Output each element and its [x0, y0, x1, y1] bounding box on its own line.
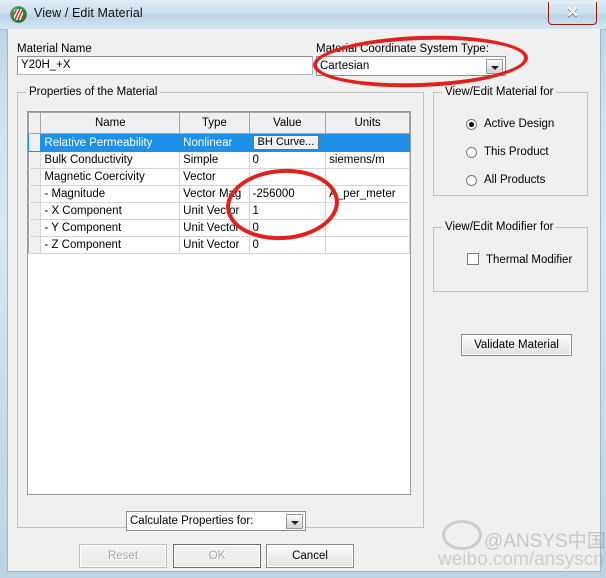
ansys-icon: [10, 6, 27, 23]
table-row[interactable]: Magnetic Coercivity Vector: [28, 168, 410, 186]
properties-table: Name Type Value Units Relative Permeabil…: [28, 112, 410, 254]
table-row[interactable]: - Magnitude Vector Mag -256000 A_per_meter: [28, 185, 410, 203]
row-selector-cell[interactable]: [28, 133, 42, 152]
cell-name: - Y Component: [40, 219, 181, 237]
radio-label-this-product: This Product: [484, 146, 549, 158]
coord-system-dropdown[interactable]: Cartesian: [316, 56, 506, 76]
radio-this-product[interactable]: [466, 147, 477, 158]
cell-value[interactable]: [248, 168, 327, 186]
cell-name: Relative Permeability: [40, 133, 181, 152]
cell-value[interactable]: BH Curve...: [248, 133, 327, 152]
ok-button[interactable]: OK: [173, 544, 261, 568]
dialog-client-area: Material Name Y20H_+X Material Coordinat…: [7, 29, 601, 572]
cell-units: [325, 168, 410, 186]
title-bar: View / Edit Material ✕: [0, 0, 606, 30]
table-header-row: Name Type Value Units: [28, 112, 410, 134]
chevron-down-icon-2[interactable]: [286, 514, 303, 529]
cell-type: Vector Mag: [179, 185, 250, 203]
window-title: View / Edit Material: [34, 6, 143, 20]
row-selector-cell[interactable]: [28, 236, 42, 254]
table-row[interactable]: Relative Permeability Nonlinear BH Curve..…: [28, 133, 410, 152]
bh-curve-button[interactable]: BH Curve...: [252, 135, 320, 150]
radio-all-products[interactable]: [466, 175, 477, 186]
material-name-input[interactable]: Y20H_+X: [17, 56, 313, 75]
cell-units: A_per_meter: [325, 185, 410, 203]
cell-value[interactable]: 1: [248, 202, 327, 220]
cell-units: [325, 202, 410, 220]
cell-type: Nonlinear: [179, 133, 250, 152]
row-selector-cell[interactable]: [28, 202, 42, 220]
view-edit-material-window: View / Edit Material ✕ Material Name Y20…: [0, 0, 606, 578]
table-row[interactable]: Bulk Conductivity Simple 0 siemens/m: [28, 151, 410, 169]
cell-units: [325, 133, 410, 152]
close-icon: ✕: [566, 4, 579, 21]
view-edit-modifier-for-group: View/Edit Modifier for Thermal Modifier: [433, 221, 588, 292]
row-selector-cell[interactable]: [28, 185, 42, 203]
thermal-modifier-checkbox[interactable]: [467, 253, 479, 265]
cell-name: - X Component: [40, 202, 181, 220]
radio-label-all-products: All Products: [484, 174, 546, 186]
row-selector-cell[interactable]: [28, 219, 42, 237]
weibo-logo-icon: [442, 520, 482, 550]
radio-label-active-design: Active Design: [484, 118, 555, 130]
calculate-properties-dropdown[interactable]: Calculate Properties for:: [126, 511, 306, 531]
cell-value[interactable]: -256000: [248, 185, 327, 203]
cell-name: - Magnitude: [40, 185, 181, 203]
cell-type: Simple: [179, 151, 250, 169]
table-row[interactable]: - X Component Unit Vector 1: [28, 202, 410, 220]
material-name-label: Material Name: [17, 43, 92, 55]
table-body: Relative Permeability Nonlinear BH Curve..…: [28, 133, 410, 254]
cell-units: [325, 219, 410, 237]
column-header-value: Value: [248, 112, 327, 134]
cell-units: [325, 236, 410, 254]
table-row[interactable]: - Z Component Unit Vector 0: [28, 236, 410, 254]
validate-material-button[interactable]: Validate Material: [461, 334, 572, 356]
radio-active-design[interactable]: [466, 119, 477, 130]
reset-button[interactable]: Reset: [79, 544, 167, 568]
cancel-button[interactable]: Cancel: [266, 544, 354, 568]
watermark-line-2: weibo.com/ansyscn: [438, 549, 604, 570]
coord-system-label: Material Coordinate System Type:: [316, 43, 490, 55]
column-header-units: Units: [325, 112, 410, 134]
watermark: @ANSYS中国 weibo.com/ansyscn: [436, 514, 606, 576]
row-selector-cell[interactable]: [28, 168, 42, 186]
properties-group: Properties of the Material Name Type Val…: [17, 86, 424, 528]
cell-name: Magnetic Coercivity: [40, 168, 181, 186]
close-button[interactable]: ✕: [548, 2, 597, 25]
calculate-properties-value: Calculate Properties for:: [130, 515, 254, 527]
properties-table-wrapper[interactable]: Name Type Value Units Relative Permeabil…: [27, 111, 411, 495]
cell-type: Unit Vector: [179, 219, 250, 237]
cell-name: - Z Component: [40, 236, 181, 254]
cell-units: siemens/m: [325, 151, 410, 169]
chevron-down-icon[interactable]: [486, 59, 503, 74]
coord-system-value: Cartesian: [320, 60, 370, 72]
view-edit-modifier-for-title: View/Edit Modifier for: [442, 221, 557, 233]
cell-value[interactable]: 0: [248, 151, 327, 169]
view-edit-material-for-title: View/Edit Material for: [442, 86, 557, 98]
cell-type: Unit Vector: [179, 202, 250, 220]
properties-group-title: Properties of the Material: [26, 86, 161, 98]
row-selector-cell[interactable]: [28, 151, 42, 169]
cell-name: Bulk Conductivity: [40, 151, 181, 169]
column-header-selector: [28, 112, 42, 134]
table-row[interactable]: - Y Component Unit Vector 0: [28, 219, 410, 237]
cell-value[interactable]: 0: [248, 236, 327, 254]
column-header-name: Name: [40, 112, 181, 134]
cell-type: Vector: [179, 168, 250, 186]
cell-value[interactable]: 0: [248, 219, 327, 237]
cell-type: Unit Vector: [179, 236, 250, 254]
thermal-modifier-label: Thermal Modifier: [486, 254, 573, 266]
column-header-type: Type: [179, 112, 250, 134]
view-edit-material-for-group: View/Edit Material for Active Design Thi…: [433, 86, 588, 196]
